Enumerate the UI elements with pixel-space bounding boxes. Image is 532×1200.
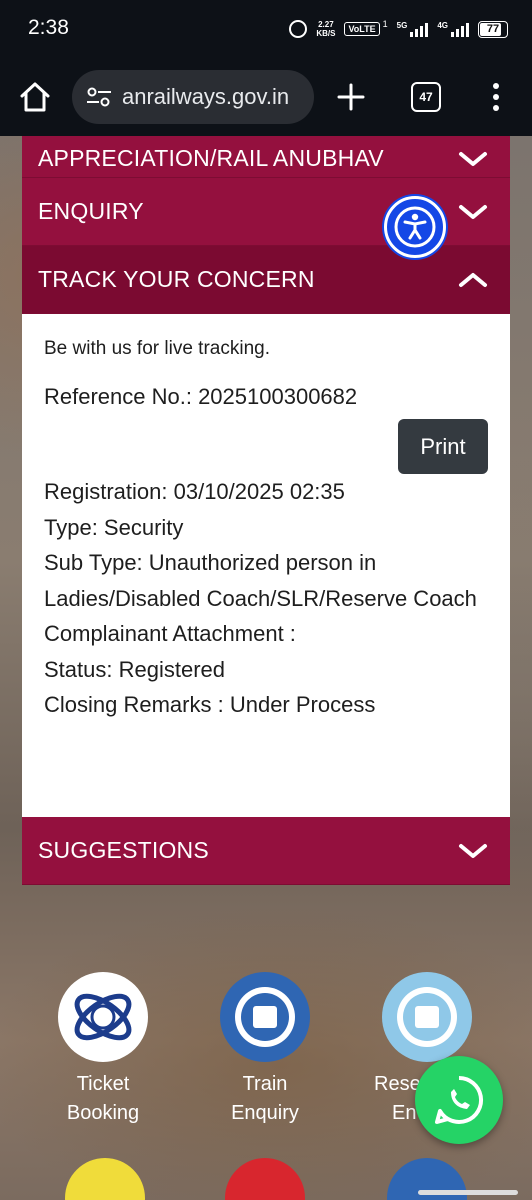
- volte-superscript: 1: [382, 19, 388, 29]
- whatsapp-icon: [435, 1075, 484, 1124]
- address-bar[interactable]: anrailways.gov.in: [72, 70, 314, 124]
- signal-5g-icon: 5G: [397, 21, 429, 37]
- indian-railways-logo-icon: [220, 972, 310, 1062]
- web-page: APPRECIATION/RAIL ANUBHAV ENQUIRY TRACK …: [0, 136, 532, 1200]
- irctc-logo-icon: [58, 972, 148, 1062]
- clock: 2:38: [28, 16, 69, 39]
- status-bar: 2:38 2.27 KB/S VoLTE 1 5G 4G 77: [0, 0, 532, 58]
- partial-shortcut-icon[interactable]: [65, 1158, 145, 1200]
- network-speed: 2.27 KB/S: [316, 20, 336, 38]
- accordion-track-concern[interactable]: TRACK YOUR CONCERN: [22, 246, 510, 314]
- closing-remarks: Closing Remarks : Under Process: [44, 692, 376, 717]
- concern-status: Status: Registered: [44, 656, 225, 682]
- reference-number: Reference No.: 2025100300682: [44, 384, 358, 409]
- train-enquiry-shortcut[interactable]: Train Enquiry: [200, 972, 330, 1128]
- partial-shortcut-icon[interactable]: [225, 1158, 305, 1200]
- chevron-down-icon: [459, 843, 487, 858]
- ticket-booking-shortcut[interactable]: Ticket Booking: [38, 972, 168, 1128]
- accordion-appreciation[interactable]: APPRECIATION/RAIL ANUBHAV: [22, 136, 510, 178]
- battery-icon: 77: [478, 20, 508, 38]
- concern-type: Type: Security: [44, 514, 184, 540]
- accessibility-icon: [394, 206, 436, 248]
- browser-toolbar: anrailways.gov.in 47: [0, 58, 532, 136]
- new-tab-icon[interactable]: [336, 82, 366, 112]
- signal-4g-icon: 4G: [437, 21, 469, 37]
- registration-date: Registration: 03/10/2025 02:35: [44, 479, 345, 504]
- accordion-suggestions[interactable]: SUGGESTIONS: [22, 817, 510, 885]
- accessibility-button[interactable]: [384, 196, 446, 258]
- alarm-icon: [289, 20, 308, 38]
- home-icon[interactable]: [18, 80, 52, 114]
- tab-switcher-button[interactable]: 47: [411, 82, 441, 112]
- indian-railways-logo-icon: [382, 972, 472, 1062]
- complainant-attachment: Complainant Attachment :: [44, 621, 296, 646]
- chevron-down-icon: [459, 151, 487, 166]
- concern-sub-type: Sub Type: Unauthorized person in Ladies/…: [44, 550, 477, 611]
- tracking-intro: Be with us for live tracking.: [44, 338, 270, 359]
- track-concern-panel: Be with us for live tracking. Reference …: [22, 314, 510, 817]
- whatsapp-button[interactable]: [415, 1056, 503, 1144]
- url-text[interactable]: anrailways.gov.in: [122, 84, 289, 110]
- chevron-up-icon: [459, 272, 487, 287]
- print-button[interactable]: Print: [398, 419, 488, 474]
- volte-badge: VoLTE: [344, 22, 380, 36]
- site-settings-icon[interactable]: [84, 85, 114, 109]
- concern-details: Registration: 03/10/2025 02:35 Type: Sec…: [44, 474, 496, 723]
- more-menu-icon[interactable]: [484, 80, 508, 114]
- chevron-down-icon: [459, 204, 487, 219]
- gesture-nav-bar: [418, 1190, 518, 1195]
